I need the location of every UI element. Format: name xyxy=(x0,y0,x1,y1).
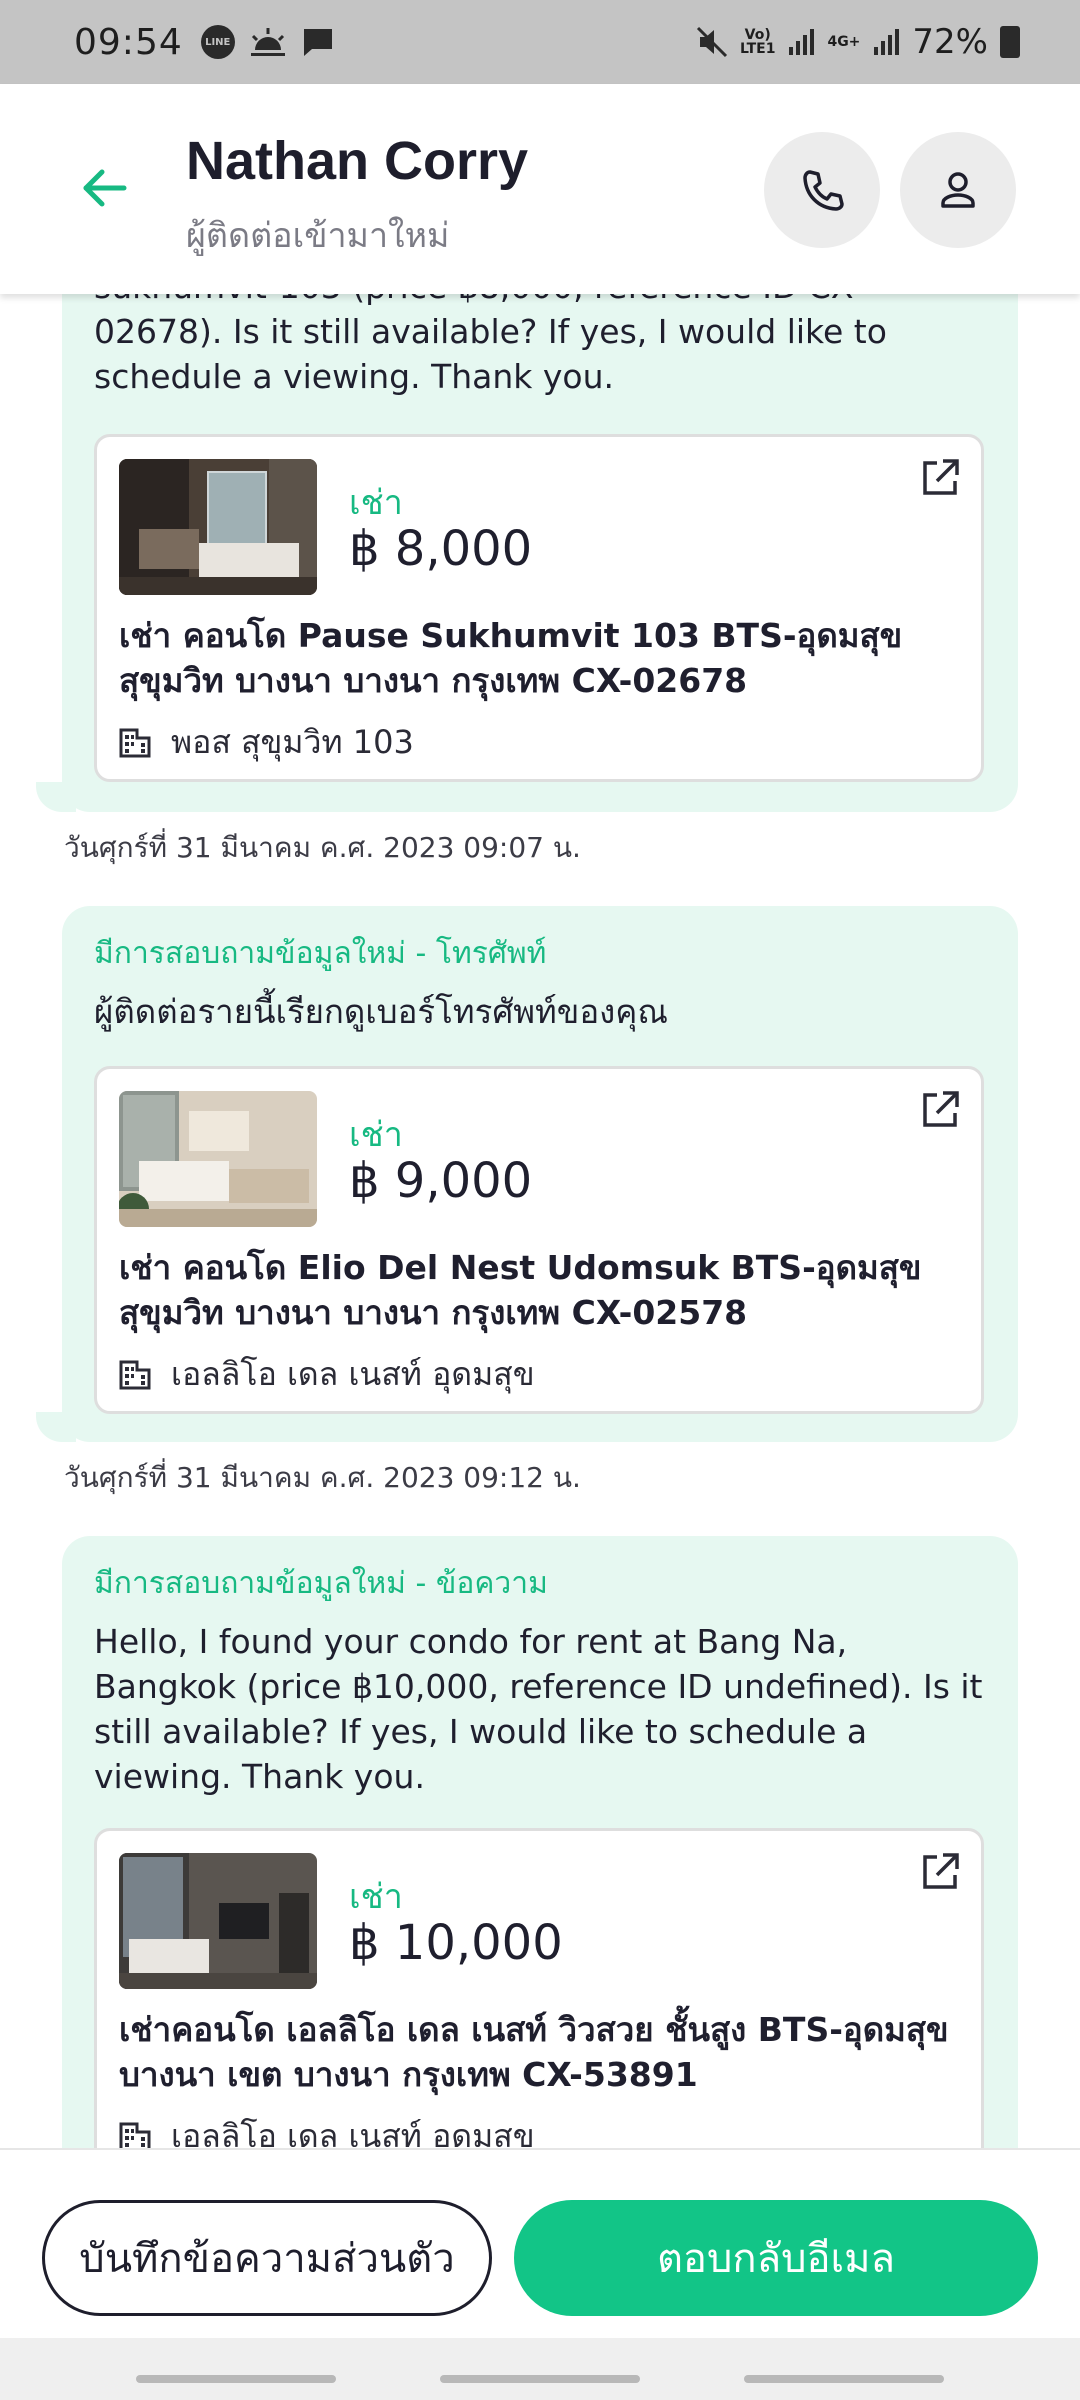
message-icon xyxy=(303,29,332,56)
message-bubble: sukhumvit-103 (price ฿8,000, reference I… xyxy=(36,294,1018,812)
external-link-icon[interactable] xyxy=(917,1087,963,1133)
nav-home-button[interactable] xyxy=(440,2375,640,2383)
network-type: 4G+ xyxy=(827,34,861,50)
message-timestamp: วันศุกร์ที่ 31 มีนาคม ค.ศ. 2023 09:12 น. xyxy=(64,1461,581,1494)
building-icon xyxy=(119,728,151,757)
system-icons: Vo) LTE1 4G+ 72% xyxy=(696,22,1020,62)
system-nav-bar xyxy=(0,2338,1080,2400)
listing-price: ฿ 10,000 xyxy=(349,1915,563,1971)
status-time: 09:54 xyxy=(74,21,183,63)
status-bar: 09:54 LINE Vo) LTE1 4G+ 72% xyxy=(0,0,1080,84)
notification-icons: LINE xyxy=(200,25,335,59)
listing-project: พอส สุขุมวิท 103 xyxy=(119,717,414,768)
reply-email-button[interactable]: ตอบกลับอีเมล xyxy=(514,2200,1038,2316)
listing-title: เช่าคอนโด เอลลิโอ เดล เนสท์ วิวสวย ชั้นส… xyxy=(119,2010,949,2094)
inquiry-label: มีการสอบถามข้อมูลใหม่ - ข้อความ xyxy=(94,1566,548,1601)
external-link-icon[interactable] xyxy=(917,455,963,501)
signal-icon xyxy=(789,29,815,55)
weather-icon xyxy=(250,28,285,56)
nav-back-button[interactable] xyxy=(744,2375,944,2383)
listing-title: เช่า คอนโด Pause Sukhumvit 103 BTS-อุดมส… xyxy=(119,616,903,700)
action-bar: บันทึกข้อความส่วนตัว ตอบกลับอีเมล xyxy=(0,2148,1080,2338)
external-link-icon[interactable] xyxy=(917,1849,963,1895)
project-name: เอลลิโอ เดล เนสท์ อุดมสุข xyxy=(171,1355,535,1393)
building-icon xyxy=(119,1360,151,1389)
inquiry-label: มีการสอบถามข้อมูลใหม่ - โทรศัพท์ xyxy=(94,936,547,971)
private-note-button[interactable]: บันทึกข้อความส่วนตัว xyxy=(42,2200,492,2316)
conversation-header: Nathan Corry ผู้ติดต่อเข้ามาใหม่ xyxy=(0,84,1080,294)
listing-photo xyxy=(119,459,317,595)
bubble-tail xyxy=(36,1412,76,1442)
contact-name: Nathan Corry xyxy=(186,131,529,191)
contact-status: ผู้ติดต่อเข้ามาใหม่ xyxy=(186,216,450,256)
project-name: เอลลิโอ เดล เนสท์ อุดมสุข xyxy=(171,2117,535,2148)
phone-icon xyxy=(803,170,844,211)
listing-card[interactable]: เช่า ฿ 10,000 เช่าคอนโด เอลลิโอ เดล เนสท… xyxy=(94,1828,984,2148)
message-bubble: มีการสอบถามข้อมูลใหม่ - ข้อความ Hello, I… xyxy=(62,1536,1018,2148)
listing-title: เช่า คอนโด Elio Del Nest Udomsuk BTS-อุด… xyxy=(119,1248,922,1332)
project-name: พอส สุขุมวิท 103 xyxy=(171,723,414,761)
call-button[interactable] xyxy=(764,132,880,248)
signal-icon-2 xyxy=(874,29,900,55)
profile-icon xyxy=(941,172,975,208)
bubble-tail xyxy=(36,782,76,812)
line-app-icon: LINE xyxy=(200,25,235,59)
mute-icon xyxy=(696,26,728,58)
message-feed[interactable]: sukhumvit-103 (price ฿8,000, reference I… xyxy=(0,294,1080,2148)
listing-price: ฿ 8,000 xyxy=(349,521,533,577)
message-bubble: มีการสอบถามข้อมูลใหม่ - โทรศัพท์ ผู้ติดต… xyxy=(36,906,1018,1442)
listing-project: เอลลิโอ เดล เนสท์ อุดมสุข xyxy=(119,2111,535,2148)
battery-icon xyxy=(1000,26,1020,58)
message-text: ผู้ติดต่อรายนี้เรียกดูเบอร์โทรศัพท์ของคุ… xyxy=(94,992,668,1031)
building-icon xyxy=(119,2122,151,2148)
listing-photo xyxy=(119,1853,317,1989)
listing-card[interactable]: เช่า ฿ 9,000 เช่า คอนโด Elio Del Nest Ud… xyxy=(94,1066,984,1414)
volte-indicator: Vo) LTE1 xyxy=(739,27,776,57)
listing-project: เอลลิโอ เดล เนสท์ อุดมสุข xyxy=(119,1349,535,1400)
listing-card[interactable]: เช่า ฿ 8,000 เช่า คอนโด Pause Sukhumvit … xyxy=(94,434,984,782)
nav-recents-button[interactable] xyxy=(136,2375,336,2383)
back-arrow-icon[interactable] xyxy=(78,162,130,214)
message-text: sukhumvit-103 (price ฿8,000, reference I… xyxy=(94,294,887,396)
listing-photo xyxy=(119,1091,317,1227)
message-timestamp: วันศุกร์ที่ 31 มีนาคม ค.ศ. 2023 09:07 น. xyxy=(64,831,581,864)
message-text: Hello, I found your condo for rent at Ba… xyxy=(94,1622,983,1796)
listing-price: ฿ 9,000 xyxy=(349,1153,533,1209)
battery-percent: 72% xyxy=(912,22,988,62)
profile-button[interactable] xyxy=(900,132,1016,248)
